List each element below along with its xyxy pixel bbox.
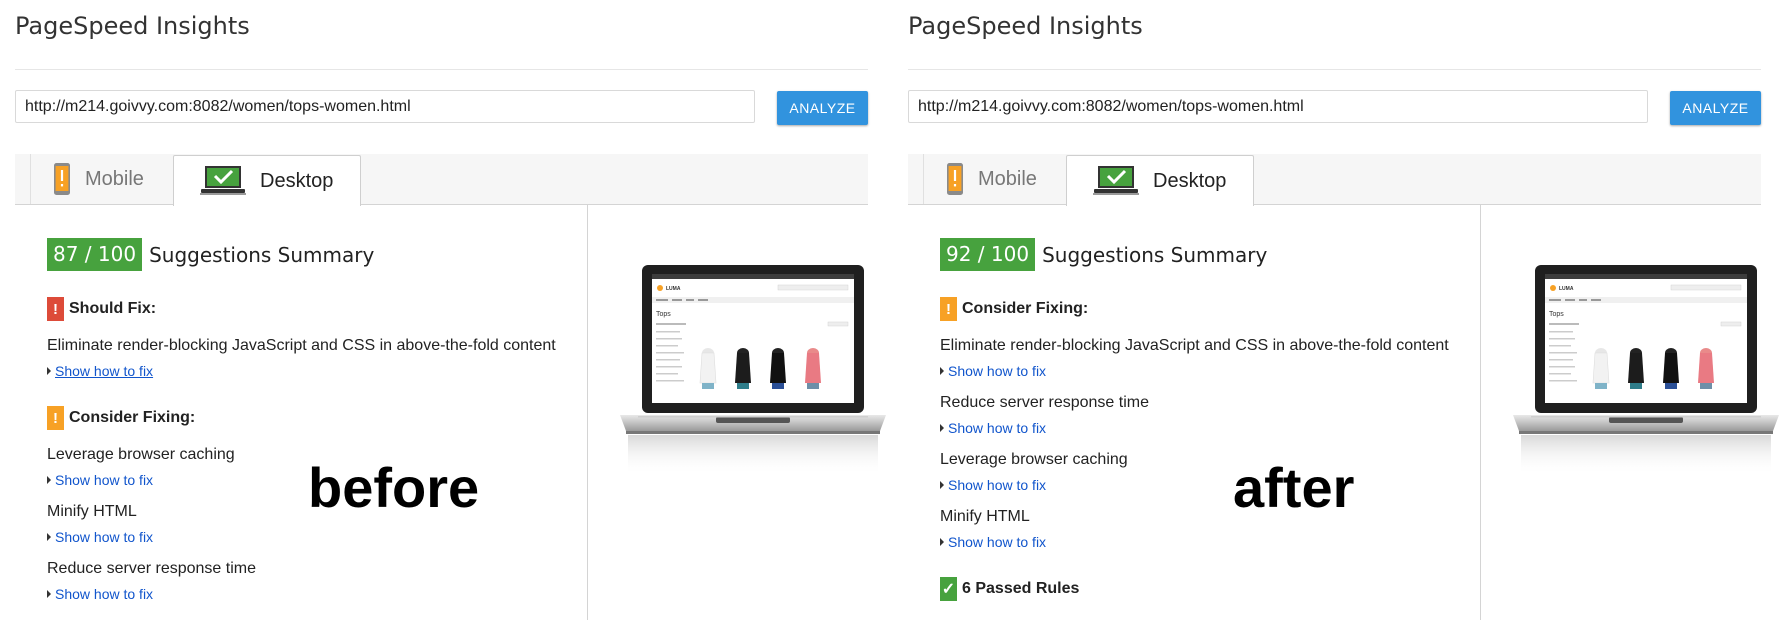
tab-desktop[interactable]: Desktop [1066,155,1254,206]
consider-fixing-header: ! Consider Fixing: [940,296,1470,322]
caret-right-icon [940,538,944,546]
show-how-to-fix-link[interactable]: Show how to fix [55,363,153,379]
summary-heading: Suggestions Summary [149,242,375,267]
rule-name: Reduce server response time [940,394,1149,411]
caret-right-icon [940,367,944,375]
should-fix-header: ! Should Fix: [47,296,577,322]
laptop-check-icon [200,166,246,195]
tab-mobile-label: Mobile [978,167,1037,190]
panel-after: PageSpeed Insights ANALYZE Mobile Deskto… [908,0,1779,620]
exclamation-icon: ! [47,406,64,430]
suggestions-summary: 87 / 100 Suggestions Summary [47,238,374,271]
show-how-to-fix-link[interactable]: Show how to fix [55,472,153,488]
score-badge: 92 / 100 [940,238,1036,271]
show-how-to-fix-link[interactable]: Show how to fix [948,420,1046,436]
tab-desktop-label: Desktop [260,169,334,192]
device-tab-bar: Mobile Desktop [15,154,868,206]
show-how-to-fix[interactable]: Show how to fix [47,586,577,602]
caret-right-icon [940,424,944,432]
overlay-word: before [308,456,480,519]
tab-desktop[interactable]: Desktop [173,155,361,206]
caret-right-icon [940,481,944,489]
show-how-to-fix[interactable]: Show how to fix [940,534,1470,550]
suggestions-summary: 92 / 100 Suggestions Summary [940,238,1267,271]
tab-desktop-label: Desktop [1153,169,1227,192]
phone-warning-icon [947,163,963,195]
title-divider [908,69,1761,70]
passed-rules-title: 6 Passed Rules [962,580,1080,597]
show-how-to-fix[interactable]: Show how to fix [940,477,1470,493]
show-how-to-fix[interactable]: Show how to fix [940,420,1470,436]
laptop-check-icon [1093,166,1139,195]
show-how-to-fix[interactable]: Show how to fix [47,529,577,545]
thumbnail-heading: Tops [1549,311,1564,318]
rule-name: Eliminate render-blocking JavaScript and… [47,337,556,354]
tab-mobile[interactable]: Mobile [30,154,170,204]
device-tab-bar: Mobile Desktop [908,154,1761,206]
show-how-to-fix-link[interactable]: Show how to fix [948,534,1046,550]
show-how-to-fix-link[interactable]: Show how to fix [55,586,153,602]
score-badge: 87 / 100 [47,238,143,271]
consider-fixing-header: ! Consider Fixing: [47,405,577,431]
rule-name: Minify HTML [940,508,1030,525]
rule-name: Reduce server response time [47,560,256,577]
should-fix-title: Should Fix: [69,300,157,317]
tab-mobile[interactable]: Mobile [923,154,1063,204]
rule-name: Leverage browser caching [940,451,1128,468]
title-divider [15,69,868,70]
caret-right-icon [47,476,51,484]
caret-right-icon [47,590,51,598]
rule-name: Eliminate render-blocking JavaScript and… [940,337,1449,354]
thumbnail-brand: LUMA [666,286,681,292]
content-divider [587,204,588,620]
exclamation-icon: ! [940,297,957,321]
exclamation-icon: ! [47,297,64,321]
rule-list: ! Consider Fixing: Eliminate render-bloc… [940,296,1470,602]
checkmark-icon: ✓ [940,577,957,601]
url-input[interactable] [908,90,1648,123]
laptop-screenshot: LUMA Tops [620,265,886,475]
passed-rules-header[interactable]: ✓ 6 Passed Rules [940,576,1470,602]
app-title: PageSpeed Insights [908,12,1143,40]
thumbnail-brand: LUMA [1559,286,1574,292]
thumbnail-heading: Tops [656,311,671,318]
url-input[interactable] [15,90,755,123]
show-how-to-fix[interactable]: Show how to fix [47,363,577,379]
show-how-to-fix-link[interactable]: Show how to fix [55,529,153,545]
caret-right-icon [47,533,51,541]
consider-fixing-title: Consider Fixing: [962,300,1089,317]
show-how-to-fix-link[interactable]: Show how to fix [948,477,1046,493]
overlay-word: after [1233,456,1355,519]
content-divider [1480,204,1481,620]
summary-heading: Suggestions Summary [1042,242,1268,267]
panel-before: PageSpeed Insights ANALYZE Mobile Deskto… [15,0,886,620]
rule-list: ! Should Fix: Eliminate render-blocking … [47,296,577,602]
analyze-button[interactable]: ANALYZE [777,91,868,125]
show-how-to-fix-link[interactable]: Show how to fix [948,363,1046,379]
laptop-screenshot: LUMA Tops [1513,265,1779,475]
analyze-button[interactable]: ANALYZE [1670,91,1761,125]
consider-fixing-title: Consider Fixing: [69,409,196,426]
app-title: PageSpeed Insights [15,12,250,40]
tab-mobile-label: Mobile [85,167,144,190]
show-how-to-fix[interactable]: Show how to fix [940,363,1470,379]
phone-warning-icon [54,163,70,195]
caret-right-icon [47,367,51,375]
